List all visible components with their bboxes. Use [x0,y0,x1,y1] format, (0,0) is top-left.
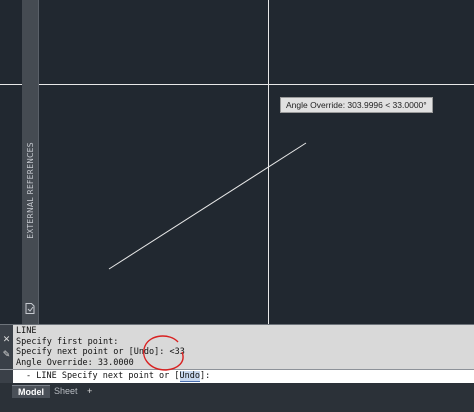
angle-override-tooltip: Angle Override: 303.9996 < 33.0000° [280,97,433,113]
history-line: Specify first point: [16,336,119,347]
command-input[interactable]: - LINE Specify next point or [Undo]: [0,369,474,384]
external-references-label: EXTERNAL REFERENCES [25,141,35,239]
tab-sheet[interactable]: Sheet [48,385,84,397]
line-segment [108,142,307,270]
command-prompt-arrow-icon[interactable] [0,370,13,383]
undo-option-link[interactable]: Undo [179,371,201,382]
tab-model[interactable]: Model [12,385,50,398]
wrench-icon[interactable]: ✎ [2,350,11,359]
prompt-prefix: - LINE Specify next point or [ [26,371,180,381]
history-line: Specify next point or [Undo]: <33 [16,347,185,357]
history-line: Angle Override: 33.0000 [16,357,134,368]
crosshair-horizontal [0,84,474,85]
command-prompt-text: - LINE Specify next point or [Undo]: [26,371,210,382]
history-line: LINE [16,326,37,336]
close-icon[interactable]: ✕ [2,335,11,344]
layout-tab-bar: Model Sheet + [0,383,474,412]
external-references-palette[interactable]: EXTERNAL REFERENCES [22,0,39,324]
add-layout-button[interactable]: + [83,385,96,397]
prompt-suffix: ]: [200,371,211,381]
drawing-canvas[interactable]: Angle Override: 303.9996 < 33.0000° [0,0,474,324]
crosshair-vertical [268,0,269,324]
xref-document-icon[interactable] [25,303,35,314]
command-history: LINE Specify first point: Specify next p… [16,326,474,368]
